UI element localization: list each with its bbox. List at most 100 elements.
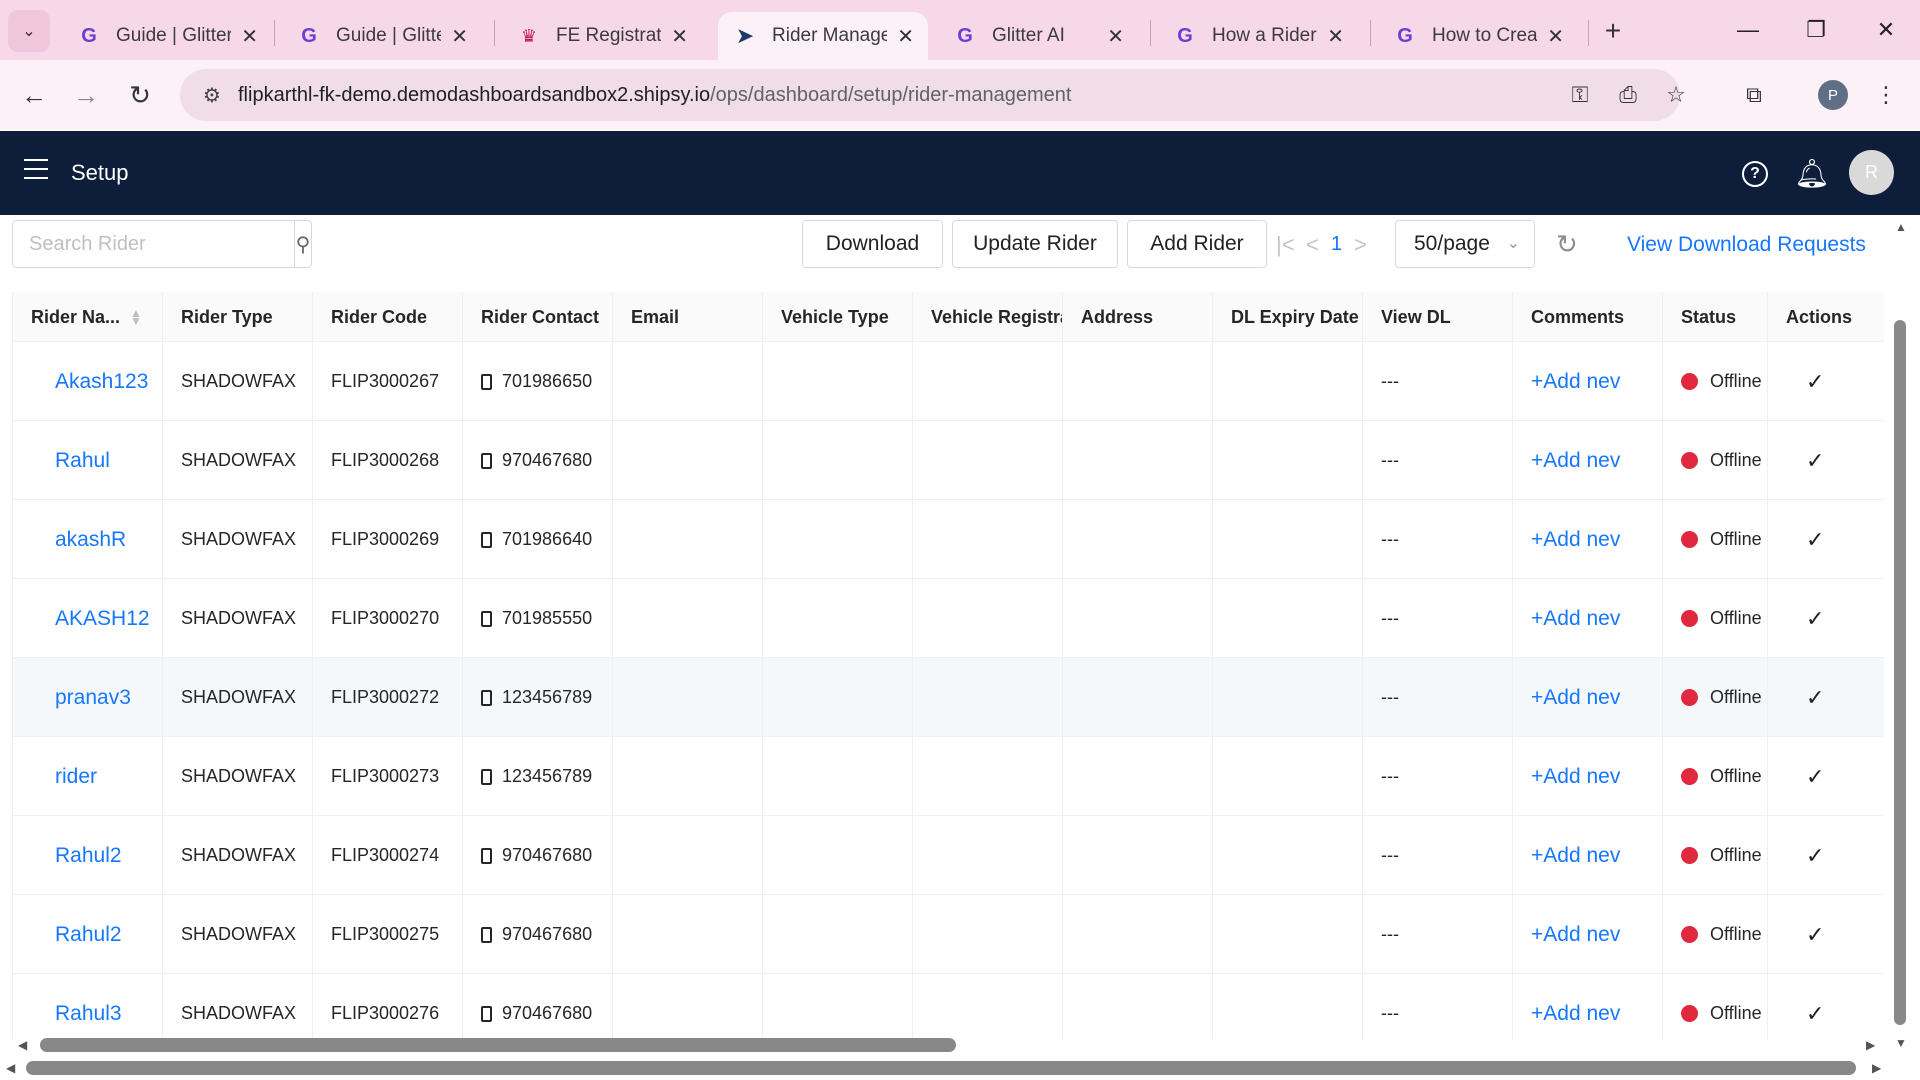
address-bar[interactable]: ⚙ flipkarthl-fk-demo.demodashboardsandbo… bbox=[180, 69, 1686, 121]
add-comment-link[interactable]: +Add nev bbox=[1531, 765, 1620, 789]
rider-name-link[interactable]: Rahul2 bbox=[31, 923, 122, 947]
tab-search-button[interactable]: ⌄ bbox=[8, 10, 50, 52]
rider-name-link[interactable]: akashR bbox=[31, 528, 126, 552]
scroll-right-icon[interactable]: ▶ bbox=[1866, 1038, 1875, 1052]
extensions-icon[interactable]: ⧉ bbox=[1734, 75, 1774, 115]
current-page[interactable]: 1 bbox=[1331, 233, 1342, 256]
close-icon[interactable]: ✕ bbox=[1107, 24, 1124, 49]
browser-menu-icon[interactable]: ⋮ bbox=[1866, 75, 1906, 115]
install-app-icon[interactable]: ⎙ bbox=[1608, 75, 1648, 115]
close-icon[interactable]: ✕ bbox=[1547, 24, 1564, 49]
hamburger-menu-icon[interactable] bbox=[24, 159, 48, 179]
add-comment-link[interactable]: +Add nev bbox=[1531, 607, 1620, 631]
update-rider-button[interactable]: Update Rider bbox=[952, 220, 1118, 268]
browser-tab[interactable]: G Glitter AI ✕ bbox=[938, 12, 1138, 60]
tab-title: Guide | Glitter bbox=[116, 25, 232, 46]
rider-name-link[interactable]: Akash123 bbox=[31, 370, 148, 394]
page-scroll-left-icon[interactable]: ◀ bbox=[6, 1061, 15, 1075]
add-comment-link[interactable]: +Add nev bbox=[1531, 370, 1620, 394]
rider-name-link[interactable]: Rahul2 bbox=[31, 844, 122, 868]
check-action-icon[interactable]: ✓ bbox=[1806, 843, 1824, 869]
prev-page-icon[interactable]: < bbox=[1306, 232, 1319, 258]
minimize-icon[interactable]: — bbox=[1728, 10, 1768, 50]
table-row[interactable]: Rahul3 SHADOWFAX FLIP3000276 970467680 --- +A… bbox=[13, 974, 1884, 1039]
column-header-rider-name[interactable]: Rider Na... ▲ ▼ bbox=[13, 292, 163, 342]
close-icon[interactable]: ✕ bbox=[451, 24, 468, 49]
table-horizontal-scroll-thumb[interactable] bbox=[40, 1038, 956, 1052]
table-row[interactable]: Rahul2 SHADOWFAX FLIP3000274 970467680 --- +A… bbox=[13, 816, 1884, 895]
check-action-icon[interactable]: ✓ bbox=[1806, 448, 1824, 474]
rider-name-link[interactable]: Rahul bbox=[31, 449, 110, 473]
browser-tab[interactable]: G How a Rider r ✕ bbox=[1158, 12, 1358, 60]
page-scroll-right-icon[interactable]: ▶ bbox=[1872, 1061, 1881, 1075]
rider-name-link[interactable]: rider bbox=[31, 765, 97, 789]
scroll-left-icon[interactable]: ◀ bbox=[18, 1038, 27, 1052]
add-comment-link[interactable]: +Add nev bbox=[1531, 686, 1620, 710]
table-row[interactable]: rider SHADOWFAX FLIP3000273 123456789 --- +Ad… bbox=[13, 737, 1884, 816]
browser-tab[interactable]: ♛ FE Registration ✕ bbox=[502, 12, 702, 60]
check-action-icon[interactable]: ✓ bbox=[1806, 1001, 1824, 1027]
sort-icon[interactable]: ▲ ▼ bbox=[130, 307, 142, 327]
add-comment-link[interactable]: +Add nev bbox=[1531, 1002, 1620, 1026]
table-row[interactable]: akashR SHADOWFAX FLIP3000269 701986640 --- +A… bbox=[13, 500, 1884, 579]
table-row[interactable]: AKASH12 SHADOWFAX FLIP3000270 701985550 --- +… bbox=[13, 579, 1884, 658]
next-page-icon[interactable]: > bbox=[1354, 232, 1367, 258]
profile-avatar[interactable]: P bbox=[1818, 80, 1848, 110]
view-download-requests-link[interactable]: View Download Requests bbox=[1627, 233, 1866, 257]
add-rider-button[interactable]: Add Rider bbox=[1127, 220, 1267, 268]
scroll-up-icon[interactable]: ▲ bbox=[1895, 220, 1907, 234]
browser-tab[interactable]: G Guide | Glitter ✕ bbox=[282, 12, 482, 60]
new-tab-icon[interactable]: + bbox=[1596, 14, 1630, 48]
close-icon[interactable]: ✕ bbox=[1327, 24, 1344, 49]
first-page-icon[interactable]: |< bbox=[1276, 232, 1295, 258]
browser-tab[interactable]: G Guide | Glitter ✕ bbox=[62, 12, 272, 60]
password-key-icon[interactable]: ⚿ bbox=[1560, 75, 1600, 115]
check-action-icon[interactable]: ✓ bbox=[1806, 922, 1824, 948]
browser-tab-active[interactable]: ➤ Rider Manage ✕ bbox=[718, 12, 928, 60]
table-row[interactable]: Akash123 SHADOWFAX FLIP3000267 701986650 ---… bbox=[13, 342, 1884, 421]
close-icon[interactable]: ✕ bbox=[897, 24, 914, 49]
search-icon[interactable]: ⚲ bbox=[294, 221, 311, 267]
user-avatar[interactable]: R bbox=[1849, 150, 1894, 195]
table-row[interactable]: pranav3 SHADOWFAX FLIP3000272 123456789 --- +… bbox=[13, 658, 1884, 737]
close-icon[interactable]: ✕ bbox=[241, 24, 258, 49]
table-row[interactable]: Rahul SHADOWFAX FLIP3000268 970467680 --- +Ad… bbox=[13, 421, 1884, 500]
download-button[interactable]: Download bbox=[802, 220, 943, 268]
rider-name-link[interactable]: Rahul3 bbox=[31, 1002, 122, 1026]
browser-tab[interactable]: G How to Create ✕ bbox=[1378, 12, 1578, 60]
restore-icon[interactable]: ❐ bbox=[1796, 10, 1836, 50]
search-input[interactable] bbox=[13, 221, 294, 267]
site-settings-icon[interactable]: ⚙ bbox=[192, 83, 232, 108]
bookmark-star-icon[interactable]: ☆ bbox=[1656, 75, 1696, 115]
page-horizontal-scroll-thumb[interactable] bbox=[26, 1061, 1856, 1075]
cell-actions: ✓ bbox=[1768, 974, 1884, 1039]
column-header-rider-type: Rider Type bbox=[163, 292, 313, 342]
rider-name-link[interactable]: AKASH12 bbox=[31, 607, 150, 631]
glitter-icon: G bbox=[81, 24, 97, 47]
check-action-icon[interactable]: ✓ bbox=[1806, 369, 1824, 395]
rider-name-link[interactable]: pranav3 bbox=[31, 686, 131, 710]
check-action-icon[interactable]: ✓ bbox=[1806, 685, 1824, 711]
notification-bell-icon[interactable]: 🔔︎ bbox=[1794, 157, 1830, 190]
check-action-icon[interactable]: ✓ bbox=[1806, 764, 1824, 790]
add-comment-link[interactable]: +Add nev bbox=[1531, 449, 1620, 473]
help-icon[interactable]: ? bbox=[1742, 161, 1768, 187]
glitter-icon: G bbox=[957, 24, 973, 47]
forward-icon[interactable]: → bbox=[66, 75, 106, 115]
close-icon[interactable]: ✕ bbox=[671, 24, 688, 49]
table-row[interactable]: Rahul2 SHADOWFAX FLIP3000275 970467680 --- +A… bbox=[13, 895, 1884, 974]
add-comment-link[interactable]: +Add nev bbox=[1531, 844, 1620, 868]
cell-rider-name: Rahul2 bbox=[13, 895, 163, 974]
back-icon[interactable]: ← bbox=[14, 75, 54, 115]
scroll-down-icon[interactable]: ▼ bbox=[1895, 1036, 1907, 1050]
page-size-select[interactable]: 50/page ⌄ bbox=[1395, 220, 1535, 268]
window-close-icon[interactable]: ✕ bbox=[1866, 10, 1906, 50]
add-comment-link[interactable]: +Add nev bbox=[1531, 923, 1620, 947]
reload-icon[interactable]: ↻ bbox=[120, 75, 160, 115]
check-action-icon[interactable]: ✓ bbox=[1806, 606, 1824, 632]
check-action-icon[interactable]: ✓ bbox=[1806, 527, 1824, 553]
refresh-icon[interactable]: ↻ bbox=[1556, 229, 1578, 260]
cell-status: Offline bbox=[1663, 342, 1768, 421]
add-comment-link[interactable]: +Add nev bbox=[1531, 528, 1620, 552]
vertical-scroll-thumb[interactable] bbox=[1894, 320, 1906, 1025]
